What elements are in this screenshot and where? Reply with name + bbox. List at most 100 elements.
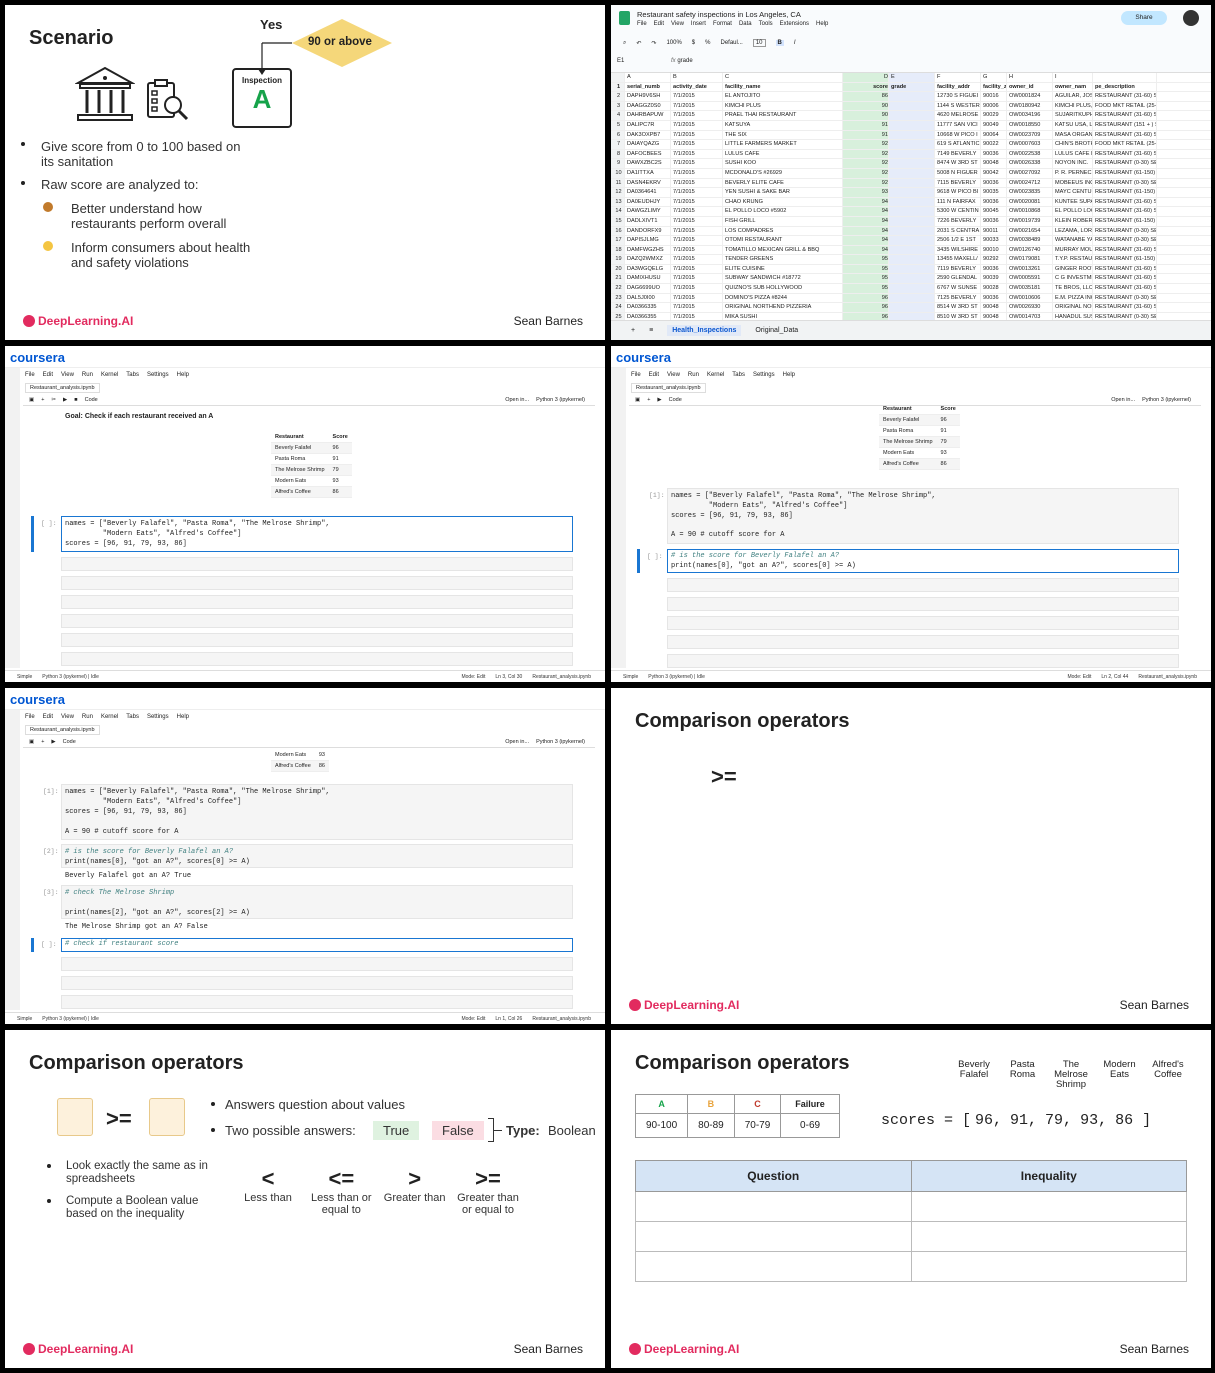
sheet-cell[interactable]: 7115 BEVERLY [935,178,981,188]
sheet-cell[interactable]: FOOD MKT RETAIL (25-1,9 [1093,140,1157,149]
sheet-cell[interactable] [889,236,935,245]
sheet-cell[interactable]: 4 [611,111,625,120]
sheet-cell[interactable]: OW0010868 [1007,207,1053,216]
add-sheet-icon[interactable]: + [631,327,635,334]
sheet-cell[interactable]: NOYON INC. [1053,159,1093,168]
sheet-cell[interactable]: 15 [611,216,625,226]
sheet-cell[interactable]: RESTAURANT (0-30) SEAT [1093,226,1157,236]
save-icon[interactable]: ▣ [29,397,34,403]
sheet-cell[interactable]: 2506 1/2 E 1ST [935,236,981,245]
sheet-row[interactable]: 22 DAG6699UO 7/1/2015 QUIZNO'S SUB HOLLYWOO… [611,284,1211,294]
sheet-row[interactable]: 5 DALIPC7R 7/1/2015 KATSUYA 91 11777 SAN VICI… [611,120,1211,131]
kernel-name[interactable]: Python 3 (ipykernel) [536,397,585,403]
sheet-cell[interactable]: 2031 S CENTRA [935,226,981,236]
sheet-cell[interactable]: 12730 S FIGUEI [935,92,981,101]
sheet-cell[interactable]: 90036 [981,293,1007,303]
run-icon[interactable]: ▶ [51,739,55,745]
sheet-cell[interactable]: DAL5J0I00 [625,293,671,303]
sheet-cell[interactable]: DAZQ2WMXZ [625,255,671,264]
sheet-cell[interactable]: CHAO KRUNG [723,197,843,207]
sheet-cell[interactable]: 90 [843,111,889,120]
sheet-cell[interactable] [889,226,935,236]
sheet-row[interactable]: 12 DA0364641 7/1/2015 YEN SUSHI & SAKE BAR 9… [611,188,1211,198]
sheet-cell[interactable]: LITTLE FARMERS MARKET [723,140,843,149]
sheet-cell[interactable]: RESTAURANT (0-30) SEAT [1093,293,1157,303]
menu-settings[interactable]: Settings [147,372,169,378]
sheet-cell[interactable]: WATANABE YAS [1053,236,1093,245]
sheet-row[interactable]: 15 DADLXIVT1 7/1/2015 FISH GRILL 94 7226 BEVE… [611,216,1211,227]
sheet-cell[interactable]: 92 [843,168,889,178]
sheet-cell[interactable]: OW0001824 [1007,92,1053,101]
sheet-cell[interactable]: DA0EUDHJY [625,197,671,207]
sheet-cell[interactable] [889,178,935,188]
sheet-cell[interactable]: 2 [611,92,625,101]
sheet-cell[interactable]: 111 N FAIRFAX [935,197,981,207]
add-cell-icon[interactable]: + [41,397,44,403]
sheet-cell[interactable]: MURRAY MOUI [1053,245,1093,255]
sheet-cell[interactable]: DADLXIVT1 [625,216,671,226]
sheet-cell[interactable]: 7/1/2015 [671,207,723,216]
cell-type-select[interactable]: Code [63,739,76,745]
menu-run[interactable]: Run [82,372,93,378]
sheet-cell[interactable]: OW0005591 [1007,274,1053,284]
sheet-cell[interactable]: EL ANTOJITO [723,92,843,101]
sheet-cell[interactable]: RESTAURANT (31-60) SEA [1093,111,1157,120]
sheet-cell[interactable]: OW0027092 [1007,168,1053,178]
sheet-cell[interactable]: 90036 [981,264,1007,274]
sheet-cell[interactable]: 90006 [981,101,1007,111]
sheet-cell[interactable]: 90036 [981,178,1007,188]
sheet-cell[interactable]: 24 [611,303,625,312]
sheet-row[interactable]: ABCDEFGHI [611,73,1211,83]
sheet-cell[interactable]: OW0023709 [1007,130,1053,140]
sheet-cell[interactable]: 92 [843,140,889,149]
sheet-cell[interactable]: OW0038489 [1007,236,1053,245]
sheet-cell[interactable]: RESTAURANT (31-60) SEA [1093,303,1157,312]
sheet-cell[interactable]: facility_addr [935,82,981,92]
sheet-row[interactable]: 14 DAWGZLIMY 7/1/2015 EL POLLO LOCO #5902 94… [611,207,1211,217]
sheet-row[interactable]: 6 DAK3OXPB7 7/1/2015 THE SIX 91 10668 W PICO … [611,130,1211,141]
sheet-cell[interactable] [889,168,935,178]
sheet-cell[interactable]: B [671,73,723,82]
sheet-cell[interactable]: E.M. PIZZA INC [1053,293,1093,303]
sheet-cell[interactable]: 7/1/2015 [671,216,723,226]
question-cell[interactable] [635,1251,912,1282]
sheet-cell[interactable]: 90028 [981,284,1007,293]
sheet-cell[interactable]: 90022 [981,140,1007,149]
sheet-cell[interactable]: P. R. PERNECK [1053,168,1093,178]
sheet-menu-item[interactable]: File [637,21,647,27]
sheet-cell[interactable]: score [843,82,889,92]
empty-cell[interactable] [667,578,1179,592]
cut-icon[interactable]: ✂ [51,397,56,403]
sheet-cell[interactable] [889,120,935,130]
sheet-cell[interactable]: 95 [843,255,889,264]
sheet-cell[interactable]: 95 [843,264,889,274]
sheet-cell[interactable] [889,130,935,140]
sheet-cell[interactable]: OW0023835 [1007,188,1053,197]
sheet-cell[interactable]: 2590 GLENDAL [935,274,981,284]
sheet-cell[interactable]: KIMCHI PLUS [723,101,843,111]
sheet-cell[interactable]: 20 [611,264,625,274]
sheet-cell[interactable]: 3435 WILSHIRE [935,245,981,255]
sheet-cell[interactable]: DAHRBAPUW [625,111,671,120]
sheet-cell[interactable] [889,188,935,197]
sheet-cell[interactable]: T.Y.P. RESTAUR [1053,255,1093,264]
formula-bar[interactable]: fx grade [671,58,693,64]
sheet-cell[interactable]: E [889,73,935,82]
sheet-row[interactable]: 2 DAPH9V6SH 7/1/2015 EL ANTOJITO 86 12730 S F… [611,92,1211,102]
sheet-row[interactable]: 18 DAMFWGZHS 7/1/2015 TOMATILLO MEXICAN GRI… [611,245,1211,256]
sheet-row[interactable]: 1 serial_numb activity_date facility_name sc… [611,82,1211,93]
stop-icon[interactable]: ■ [74,397,77,403]
sheet-cell[interactable]: 18 [611,245,625,255]
sheet-cell[interactable]: BEVERLY ELITE CAFE [723,178,843,188]
menu-settings[interactable]: Settings [753,372,775,378]
sheet-cell[interactable]: 5008 N FIGUER [935,168,981,178]
sheet-cell[interactable] [889,149,935,159]
empty-cell[interactable] [667,654,1179,668]
empty-cell[interactable] [667,597,1179,611]
sheet-cell[interactable]: OW0022538 [1007,149,1053,159]
sheet-row[interactable]: 16 DANDORFX9 7/1/2015 LOS COMPADRES 94 2031 S… [611,226,1211,237]
sheet-cell[interactable]: MCDONALD'S #26929 [723,168,843,178]
sheet-cell[interactable]: 94 [843,216,889,226]
sheet-row[interactable]: 10 DA1ITTXA 7/1/2015 MCDONALD'S #26929 92 500… [611,168,1211,179]
sheet-cell[interactable]: G [981,73,1007,82]
